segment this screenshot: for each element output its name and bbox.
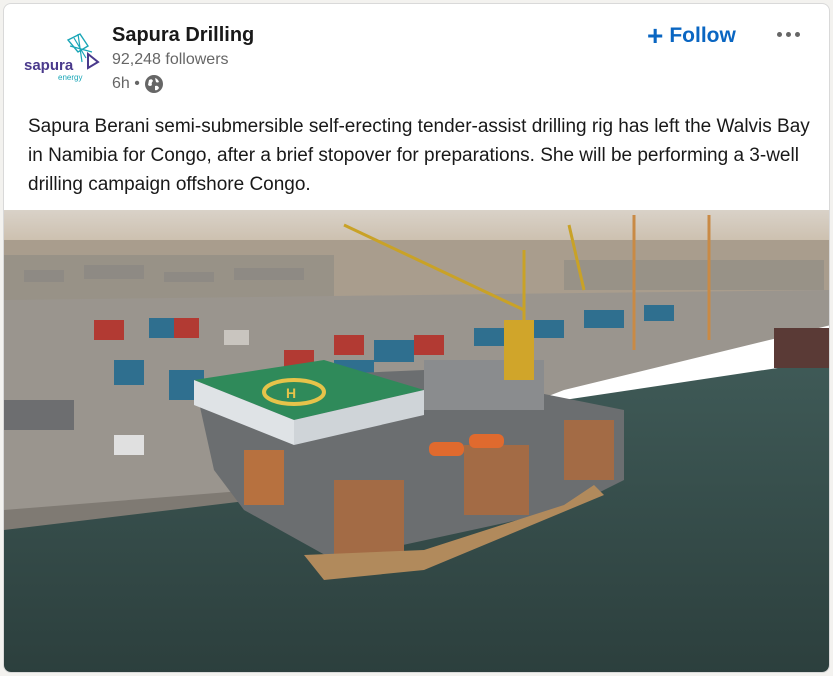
globe-icon	[144, 75, 163, 93]
post-body: Sapura Berani semi-submersible self-erec…	[28, 116, 810, 195]
post-time: 6h •	[112, 75, 140, 92]
plus-icon: +	[647, 20, 664, 51]
post-card: sapura energy Sapura Drilling 92,248 fol…	[3, 3, 830, 673]
svg-text:H: H	[286, 385, 296, 401]
follower-count: 92,248 followers	[112, 51, 229, 68]
company-name[interactable]: Sapura Drilling	[112, 24, 254, 47]
ellipsis-icon	[776, 31, 782, 37]
post-header: sapura energy Sapura Drilling 92,248 fol…	[4, 4, 829, 104]
more-options-button[interactable]	[768, 22, 808, 46]
logo-subtext: energy	[58, 73, 82, 82]
follow-label: Follow	[669, 24, 736, 47]
post-meta: 6h •	[112, 74, 164, 94]
logo-text: sapura	[24, 57, 74, 74]
company-logo[interactable]: sapura energy	[22, 32, 102, 84]
follow-button[interactable]: + Follow	[647, 20, 736, 52]
post-image[interactable]: H	[4, 210, 830, 673]
